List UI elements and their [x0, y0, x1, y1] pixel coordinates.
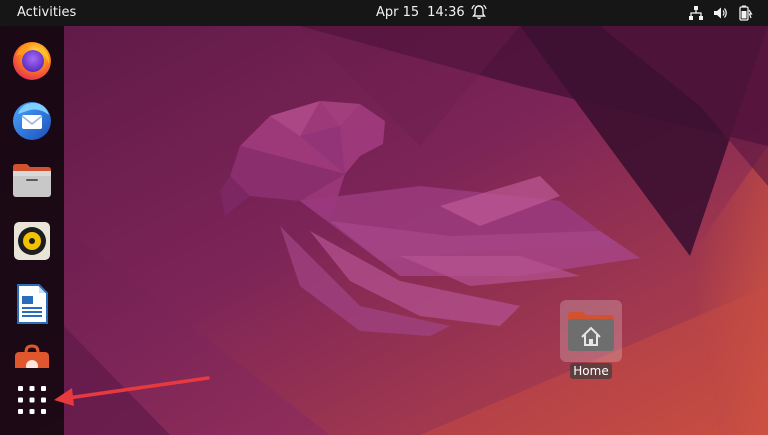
dock-item-software[interactable] — [10, 342, 54, 368]
home-label: Home — [570, 363, 612, 379]
date-time-button[interactable]: Apr 15 14:36 — [376, 5, 465, 20]
dock-item-writer[interactable] — [10, 282, 54, 326]
time-label: 14:36 — [427, 5, 465, 20]
bell-icon[interactable] — [471, 4, 487, 21]
activities-button[interactable]: Activities — [17, 5, 76, 20]
home-folder-tile — [560, 300, 622, 362]
files-icon — [13, 164, 51, 197]
firefox-icon — [13, 42, 51, 80]
top-bar: Activities Apr 15 14:36 — [0, 0, 768, 26]
dock-item-firefox[interactable] — [10, 38, 54, 82]
show-apps-button[interactable] — [10, 378, 54, 422]
network-wired-icon — [689, 6, 703, 20]
annotation-arrow — [54, 376, 210, 406]
volume-icon — [714, 7, 727, 19]
rhythmbox-icon — [14, 222, 50, 260]
dock-item-thunderbird[interactable] — [10, 98, 54, 142]
date-label: Apr 15 — [376, 5, 420, 20]
grid-icon — [18, 386, 46, 414]
dock-item-rhythmbox[interactable] — [10, 219, 54, 263]
home-folder-icon — [568, 312, 614, 351]
thunderbird-icon — [13, 102, 51, 140]
battery-icon — [739, 5, 753, 21]
writer-icon — [17, 284, 48, 324]
desktop-home-icon[interactable]: Home — [560, 300, 622, 379]
dock-item-files[interactable] — [10, 158, 54, 202]
ubuntu-desktop: Activities Apr 15 14:36 Home — [0, 0, 768, 435]
software-icon — [15, 344, 49, 368]
